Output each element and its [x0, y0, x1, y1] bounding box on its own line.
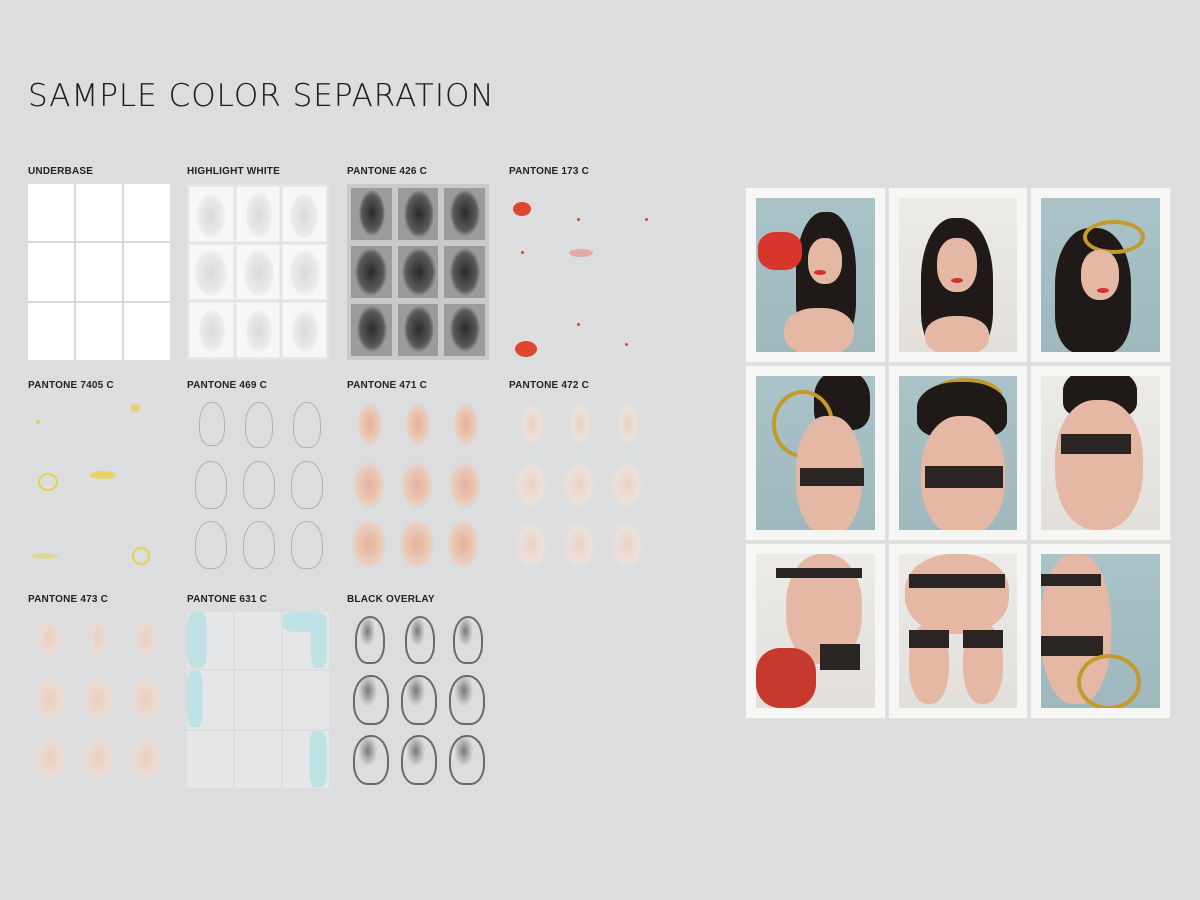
separation-label: PANTONE 469 C: [187, 380, 268, 391]
polaroid-photo: [1031, 366, 1170, 540]
separation-highlight-white: HIGHLIGHT WHITE: [187, 165, 329, 360]
separation-black-overlay: BLACK OVERLAY: [347, 593, 489, 785]
separation-label: PANTONE 471 C: [347, 380, 428, 391]
separation-pantone-631c: PANTONE 631 C: [187, 593, 329, 788]
separation-pantone-7405c: PANTONE 7405 C: [28, 379, 170, 565]
separation-plate: [187, 398, 329, 574]
separation-plate: [187, 184, 329, 360]
polaroid-photo: [888, 366, 1028, 540]
separation-underbase: UNDERBASE: [28, 165, 170, 360]
separation-label: UNDERBASE: [28, 166, 94, 177]
separation-pantone-471c: PANTONE 471 C: [347, 379, 489, 569]
separation-label: PANTONE 473 C: [28, 594, 109, 605]
separation-plate: [187, 612, 329, 788]
page-title: SAMPLE COLOR SEPARATION: [28, 78, 495, 114]
polaroid-photo: [746, 544, 885, 718]
separation-label: PANTONE 426 C: [347, 166, 428, 177]
separation-pantone-173c: PANTONE 173 C: [509, 165, 651, 357]
polaroid-photo: [1031, 544, 1170, 718]
polaroid-photo: [888, 544, 1028, 718]
separation-plate: [347, 184, 489, 360]
separation-pantone-473c: PANTONE 473 C: [28, 593, 170, 781]
separation-pantone-472c: PANTONE 472 C: [509, 379, 651, 569]
polaroid-photo: [746, 188, 885, 362]
separation-plate: [28, 398, 170, 574]
separation-pantone-469c: PANTONE 469 C: [187, 379, 329, 569]
separation-plate: [28, 184, 170, 360]
polaroid-photo: [746, 366, 885, 540]
composite-preview: [746, 188, 1170, 718]
separation-plate: [28, 612, 170, 788]
separation-label: PANTONE 631 C: [187, 594, 268, 605]
separation-label: BLACK OVERLAY: [347, 594, 435, 605]
separation-plate: [347, 398, 489, 574]
separation-plate: [509, 184, 651, 360]
polaroid-photo: [888, 188, 1028, 362]
separation-pantone-426c: PANTONE 426 C: [347, 165, 489, 360]
separation-plate: [347, 612, 489, 788]
separation-plate: [509, 398, 651, 574]
separation-label: HIGHLIGHT WHITE: [187, 166, 280, 177]
polaroid-photo: [1031, 188, 1170, 362]
separation-label: PANTONE 173 C: [509, 166, 590, 177]
separation-label: PANTONE 472 C: [509, 380, 590, 391]
separation-label: PANTONE 7405 C: [28, 380, 114, 391]
